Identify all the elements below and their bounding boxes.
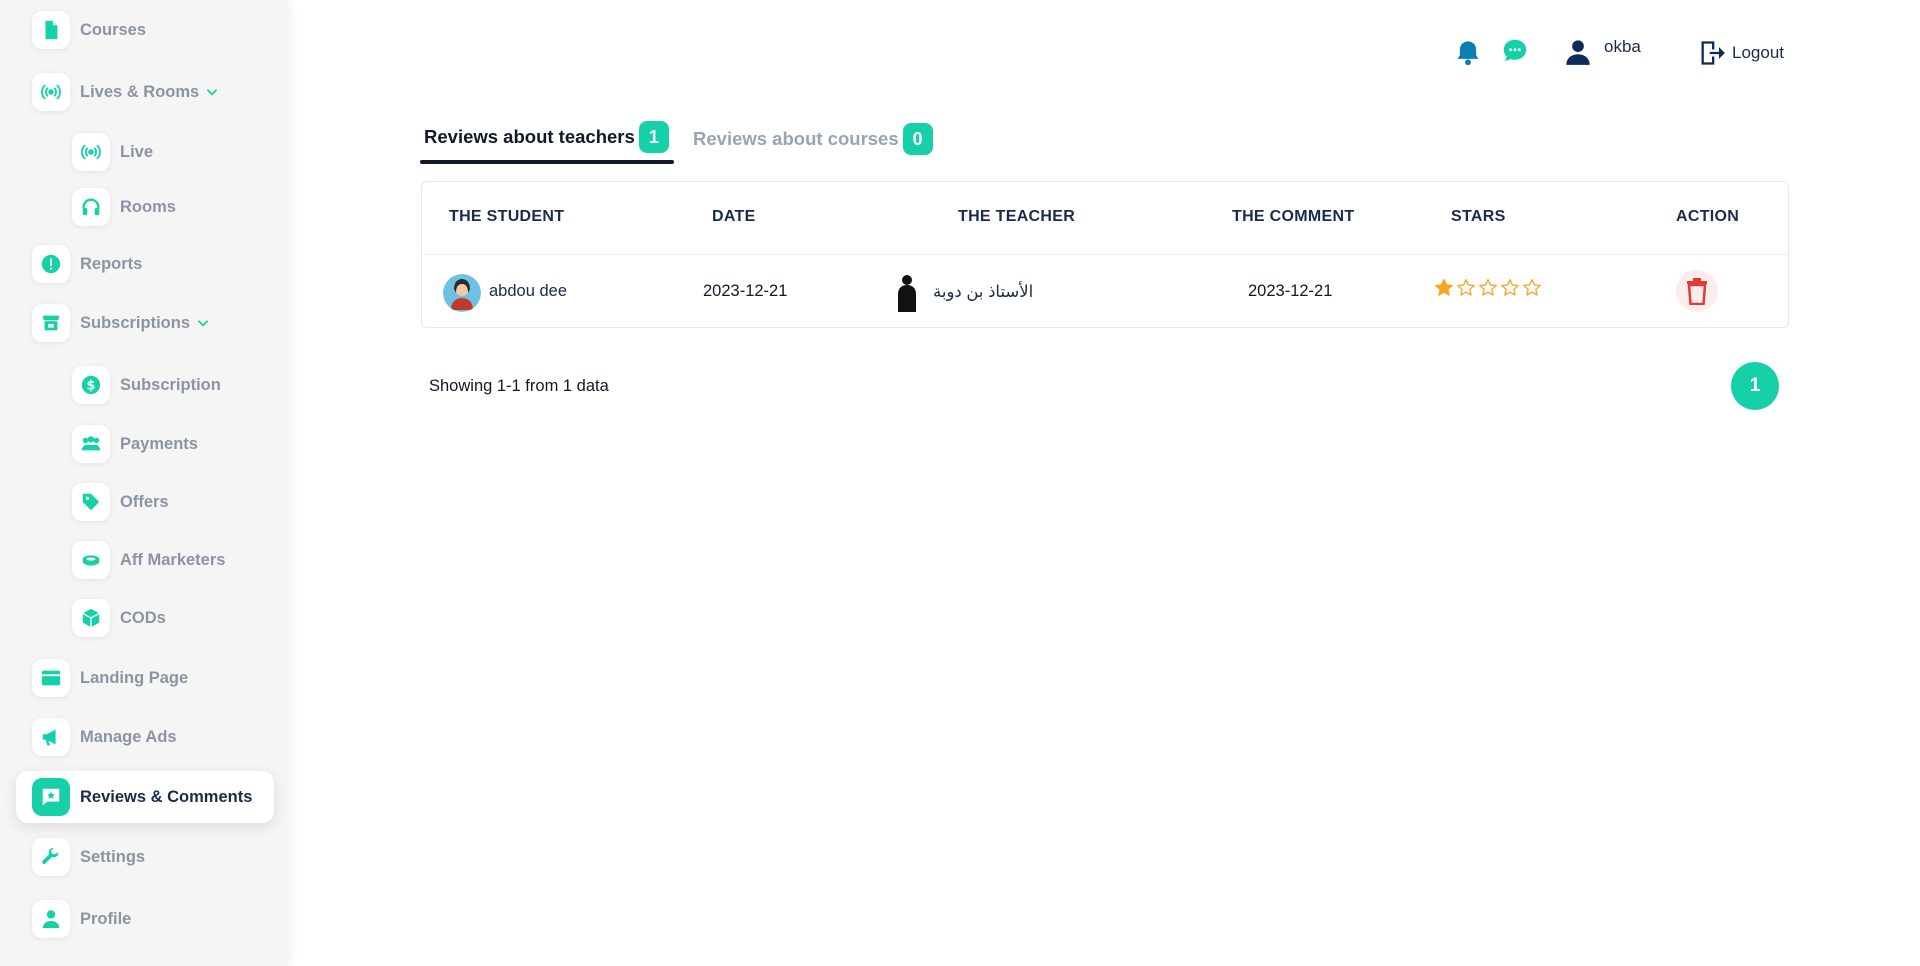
user-name: okba [1604, 37, 1641, 56]
chevron-down-icon [207, 89, 218, 96]
sidebar-item-reviews-comments[interactable]: Reviews & Comments [16, 771, 274, 823]
column-header-teacher: THE TEACHER [958, 208, 1076, 225]
sidebar-item-label: Subscriptions [80, 313, 191, 332]
sidebar-item-landing-page[interactable]: Landing Page [32, 656, 188, 700]
user-icon [1566, 40, 1590, 65]
sidebar-item-label: Live [120, 142, 154, 161]
tab-label: Reviews about teachers [424, 126, 635, 147]
sidebar-item-label: Aff Marketers [120, 550, 226, 569]
pagination-info: Showing 1-1 from 1 data [429, 377, 609, 395]
sidebar-item-label: Rooms [120, 197, 176, 216]
sidebar-item-label: Reports [80, 254, 143, 273]
chevron-down-icon [198, 320, 208, 327]
ring-icon [72, 541, 110, 579]
store-icon [32, 304, 70, 342]
broadcast-icon [32, 73, 70, 111]
sidebar-item-label: Landing Page [80, 668, 189, 687]
megaphone-icon [32, 718, 70, 756]
teacher-avatar [893, 272, 921, 312]
box-icon [72, 599, 110, 637]
wrench-icon [32, 838, 70, 876]
delete-button[interactable] [1676, 270, 1718, 312]
column-header-comment: THE COMMENT [1232, 208, 1355, 225]
window-icon [32, 659, 70, 697]
file-icon [32, 11, 70, 49]
star-rating [1434, 278, 1542, 298]
student-name[interactable]: abdou dee [489, 282, 567, 301]
star-empty-icon [1523, 279, 1541, 296]
sidebar-item-label: Manage Ads [80, 727, 177, 746]
tab-reviews-teachers[interactable]: Reviews about teachers 1 [424, 121, 669, 153]
count-badge: 1 [638, 121, 669, 153]
review-comment: 2023-12-21 [1248, 282, 1333, 300]
tab-label: Reviews about courses [693, 128, 899, 149]
sidebar-item-label: Profile [80, 909, 132, 928]
sidebar-item-manage-ads[interactable]: Manage Ads [32, 715, 177, 759]
sidebar-item-settings[interactable]: Settings [32, 835, 145, 879]
sidebar-item-subscriptions[interactable]: Subscriptions [32, 301, 210, 345]
star-empty-icon [1479, 279, 1497, 296]
star-message-icon [32, 778, 70, 816]
divider [422, 254, 1788, 255]
column-header-action: ACTION [1676, 208, 1740, 225]
users-icon [72, 425, 110, 463]
tag-icon [72, 483, 110, 521]
headphones-icon [72, 188, 110, 226]
sidebar-item-offers[interactable]: Offers [72, 480, 169, 524]
sidebar-item-label: Settings [80, 847, 146, 866]
sidebar-item-label: Offers [120, 492, 169, 511]
notification-bell-icon[interactable] [1454, 38, 1482, 68]
logout-icon [1701, 41, 1725, 65]
active-tab-indicator [420, 160, 674, 164]
user-menu[interactable]: okba [1564, 36, 1641, 68]
sidebar: Courses Lives & Rooms Live Rooms Reports… [0, 0, 288, 966]
logout-label: Logout [1732, 43, 1784, 62]
sidebar-item-label: Subscription [120, 375, 221, 394]
sidebar-item-label: CODs [120, 608, 166, 627]
student-avatar [443, 274, 481, 312]
dollar-icon: $ [72, 366, 110, 404]
sidebar-item-lives-rooms[interactable]: Lives & Rooms [32, 70, 219, 114]
review-date: 2023-12-21 [703, 282, 788, 300]
svg-text:$: $ [87, 379, 96, 394]
sidebar-item-label: Lives & Rooms [80, 82, 200, 101]
star-filled-icon [1435, 279, 1453, 296]
trash-icon [1687, 278, 1707, 305]
sidebar-item-reports[interactable]: Reports [32, 242, 142, 286]
star-empty-icon [1501, 279, 1519, 296]
star-empty-icon [1457, 279, 1475, 296]
alert-icon [32, 245, 70, 283]
sidebar-item-courses[interactable]: Courses [32, 8, 146, 52]
column-header-stars: STARS [1451, 208, 1506, 225]
teacher-name[interactable]: الأستاذ بن دوبة [933, 282, 1033, 302]
logout-button[interactable]: Logout [1698, 38, 1784, 68]
sidebar-item-live[interactable]: Live [72, 130, 153, 174]
sidebar-item-payments[interactable]: Payments [72, 422, 198, 466]
column-header-student: THE STUDENT [449, 208, 565, 225]
sidebar-item-label: Payments [120, 434, 198, 453]
page-button-1[interactable]: 1 [1731, 362, 1779, 410]
sidebar-item-cods[interactable]: CODs [72, 596, 166, 640]
user-icon [32, 900, 70, 938]
tab-reviews-courses[interactable]: Reviews about courses 0 [693, 123, 933, 155]
sidebar-item-aff-marketers[interactable]: Aff Marketers [72, 538, 225, 582]
sidebar-item-subscription[interactable]: $ Subscription [72, 363, 221, 407]
broadcast-icon [72, 133, 110, 171]
sidebar-item-profile[interactable]: Profile [32, 897, 131, 941]
sidebar-item-label: Courses [80, 20, 147, 39]
count-badge: 0 [902, 123, 933, 155]
sidebar-item-rooms[interactable]: Rooms [72, 185, 176, 229]
column-header-date: DATE [712, 208, 756, 225]
sidebar-item-label: Reviews & Comments [80, 787, 253, 806]
chat-icon[interactable] [1500, 36, 1530, 66]
